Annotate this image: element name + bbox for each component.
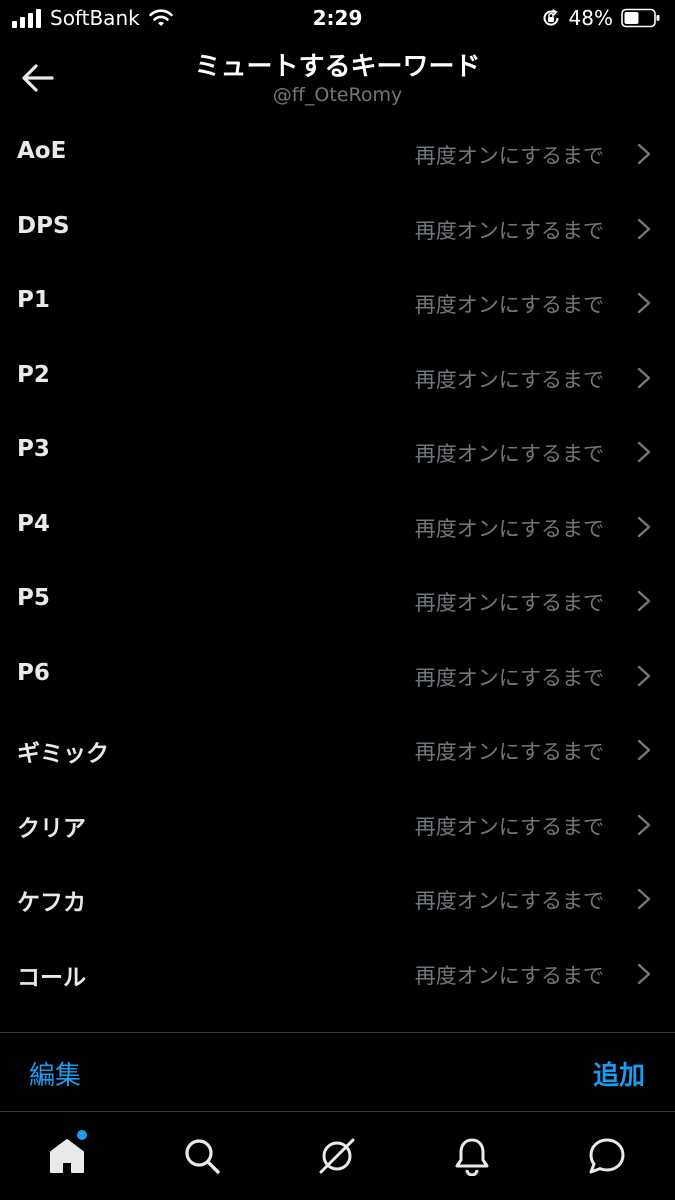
- tab-bar: [0, 1112, 675, 1200]
- keyword-row[interactable]: ケフカ 再度オンにするまで: [0, 862, 675, 937]
- header: ミュートするキーワード @ff_OteRomy: [0, 38, 675, 118]
- keyword-label: P1: [17, 287, 50, 313]
- screen: SoftBank 2:29 48% ミュートするキーワード @ff_OteRom…: [0, 0, 675, 1200]
- search-icon: [185, 1139, 220, 1174]
- keyword-duration: 再度オンにするまで: [414, 367, 604, 392]
- chevron-right-icon: [637, 665, 651, 686]
- edit-button[interactable]: 編集: [29, 1055, 81, 1092]
- page-title: ミュートするキーワード: [194, 52, 481, 82]
- chevron-right-icon: [637, 590, 651, 612]
- keyword-row[interactable]: DPS 再度オンにするまで: [0, 192, 675, 267]
- keyword-row[interactable]: P1 再度オンにするまで: [0, 266, 675, 341]
- keyword-label: P3: [17, 436, 50, 462]
- keyword-row[interactable]: P6 再度オンにするまで: [0, 639, 675, 714]
- keyword-label: P6: [17, 659, 50, 686]
- chevron-right-icon: [637, 814, 651, 835]
- keyword-label: コール: [17, 964, 86, 991]
- messages-icon: [589, 1138, 625, 1174]
- chevron-right-icon: [637, 441, 651, 463]
- battery-icon: [621, 8, 660, 28]
- keyword-row[interactable]: AoE 再度オンにするまで: [0, 117, 675, 192]
- keyword-duration: 再度オンにするまで: [414, 218, 604, 243]
- keyword-duration: 再度オンにするまで: [414, 591, 604, 615]
- chevron-right-icon: [637, 516, 651, 537]
- keyword-row[interactable]: P5 再度オンにするまで: [0, 564, 675, 639]
- status-right: 48%: [541, 6, 661, 30]
- keyword-label: ギミック: [17, 741, 109, 767]
- keyword-row[interactable]: コール 再度オンにするまで: [0, 937, 675, 1012]
- account-handle: @ff_OteRomy: [272, 84, 403, 106]
- keyword-duration: 再度オンにするまで: [414, 740, 604, 764]
- keyword-list: AoE 再度オンにするまで DPS 再度オンにするまで P1 再度オンにするまで P2 再度オ…: [0, 117, 675, 1011]
- chevron-right-icon: [637, 963, 651, 984]
- notification-dot: [77, 1130, 87, 1140]
- keyword-label: ケフカ: [17, 890, 86, 916]
- chevron-right-icon: [637, 218, 651, 239]
- add-button[interactable]: 追加: [593, 1055, 645, 1092]
- tab-notifications[interactable]: [448, 1132, 496, 1180]
- keyword-row[interactable]: P2 再度オンにするまで: [0, 341, 675, 416]
- chevron-right-icon: [637, 739, 651, 761]
- status-bar: SoftBank 2:29 48%: [0, 0, 675, 38]
- divider: [0, 1032, 675, 1033]
- keyword-row[interactable]: P3 再度オンにするまで: [0, 415, 675, 490]
- keyword-row[interactable]: P4 再度オンにするまで: [0, 490, 675, 565]
- keyword-label: AoE: [17, 138, 67, 164]
- keyword-duration: 再度オンにするまで: [414, 963, 604, 988]
- tab-messages[interactable]: [583, 1132, 631, 1180]
- tab-spaces[interactable]: [313, 1132, 361, 1180]
- chevron-right-icon: [637, 888, 651, 910]
- chevron-right-icon: [637, 292, 651, 314]
- keyword-duration: 再度オンにするまで: [414, 442, 604, 466]
- keyword-duration: 再度オンにするまで: [414, 293, 604, 317]
- keyword-duration: 再度オンにするまで: [414, 516, 604, 541]
- keyword-row[interactable]: ギミック 再度オンにするまで: [0, 713, 675, 788]
- keyword-duration: 再度オンにするまで: [414, 814, 604, 839]
- keyword-row[interactable]: クリア 再度オンにするまで: [0, 788, 675, 863]
- tab-search[interactable]: [178, 1132, 226, 1180]
- keyword-label: クリア: [17, 815, 86, 842]
- keyword-duration: 再度オンにするまで: [414, 889, 604, 913]
- chevron-right-icon: [637, 367, 651, 388]
- notifications-icon: [455, 1138, 489, 1176]
- home-icon: [50, 1139, 84, 1173]
- spaces-icon: [319, 1138, 355, 1174]
- keyword-duration: 再度オンにするまで: [414, 665, 604, 690]
- keyword-label: P5: [17, 585, 50, 611]
- keyword-label: P2: [17, 361, 50, 388]
- keyword-label: P4: [17, 510, 50, 537]
- keyword-label: DPS: [17, 212, 70, 239]
- orientation-lock-icon: [543, 9, 559, 26]
- chevron-right-icon: [637, 143, 651, 165]
- battery-percent: 48%: [568, 6, 613, 30]
- keyword-duration: 再度オンにするまで: [414, 144, 604, 168]
